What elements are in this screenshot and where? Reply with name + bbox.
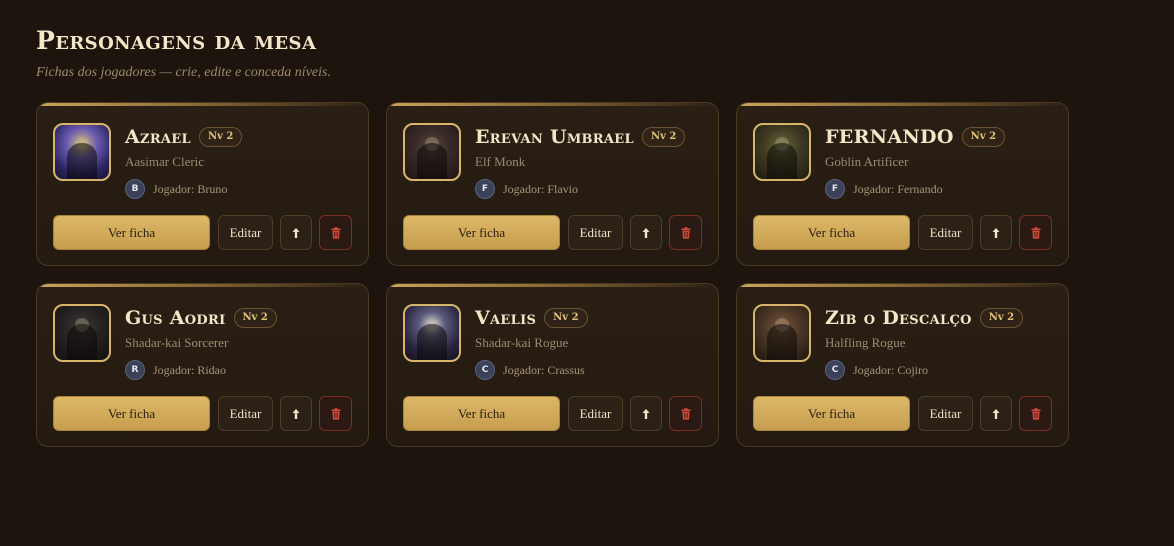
level-up-button[interactable] <box>630 396 662 431</box>
level-badge: Nv 2 <box>544 308 588 328</box>
player-label: Jogador: Ridao <box>153 362 226 377</box>
player-avatar: R <box>125 360 145 380</box>
player-avatar: B <box>125 179 145 199</box>
page-subtitle: Fichas dos jogadores — crie, edite e con… <box>36 65 331 80</box>
page-title: Personagens da mesa <box>36 26 317 55</box>
character-name: Zib o Descalço <box>825 307 972 329</box>
character-portrait[interactable] <box>53 123 111 181</box>
character-name: Azrael <box>125 126 191 148</box>
character-portrait[interactable] <box>53 304 111 362</box>
level-badge: Nv 2 <box>198 127 243 147</box>
view-sheet-button[interactable]: Ver ficha <box>403 396 560 431</box>
edit-button[interactable]: Editar <box>568 396 623 431</box>
level-badge: Nv 2 <box>233 308 277 328</box>
player-avatar: F <box>825 179 845 199</box>
view-sheet-button[interactable]: Ver ficha <box>53 215 210 250</box>
character-class: Shadar-kai Sorcerer <box>125 335 229 350</box>
player-avatar: F <box>475 179 495 199</box>
edit-button[interactable]: Editar <box>218 215 273 250</box>
player-label: Jogador: Fernando <box>853 181 943 196</box>
level-up-button[interactable] <box>280 396 312 431</box>
character-class: Halfling Rogue <box>825 335 906 350</box>
character-grid: Azrael Nv 2 Aasimar Cleric B Jogador: Br… <box>36 102 1138 447</box>
edit-button[interactable]: Editar <box>918 396 973 431</box>
character-class: Shadar-kai Rogue <box>475 335 569 350</box>
trash-icon <box>1031 226 1041 239</box>
character-class: Elf Monk <box>475 154 526 169</box>
view-sheet-button[interactable]: Ver ficha <box>403 215 560 250</box>
character-class: Aasimar Cleric <box>125 154 205 169</box>
arrow-up-icon <box>641 227 651 239</box>
character-card: Vaelis Nv 2 Shadar-kai Rogue C Jogador: … <box>386 283 719 447</box>
trash-icon <box>681 226 691 239</box>
trash-icon <box>331 226 341 239</box>
level-badge: Nv 2 <box>979 308 1024 328</box>
character-card: Zib o Descalço Nv 2 Halfling Rogue C Jog… <box>736 283 1069 447</box>
page-container: Personagens da mesa Fichas dos jogadores… <box>0 0 1174 447</box>
delete-button[interactable] <box>669 215 702 250</box>
view-sheet-button[interactable]: Ver ficha <box>53 396 210 431</box>
level-up-button[interactable] <box>630 215 662 250</box>
level-up-button[interactable] <box>280 215 312 250</box>
player-label: Jogador: Cojiro <box>853 362 928 377</box>
player-label: Jogador: Bruno <box>153 181 228 196</box>
edit-button[interactable]: Editar <box>918 215 973 250</box>
character-name: Vaelis <box>475 307 537 329</box>
arrow-up-icon <box>291 227 301 239</box>
character-class: Goblin Artificer <box>825 154 909 169</box>
level-up-button[interactable] <box>980 215 1012 250</box>
delete-button[interactable] <box>319 215 352 250</box>
trash-icon <box>681 407 691 420</box>
character-name: Erevan Umbrael <box>475 126 634 148</box>
arrow-up-icon <box>991 408 1001 420</box>
character-card: Gus Aodri Nv 2 Shadar-kai Sorcerer R Jog… <box>36 283 369 447</box>
arrow-up-icon <box>641 408 651 420</box>
delete-button[interactable] <box>669 396 702 431</box>
character-name: Gus Aodri <box>125 307 226 329</box>
delete-button[interactable] <box>1019 396 1052 431</box>
view-sheet-button[interactable]: Ver ficha <box>753 396 910 431</box>
view-sheet-button[interactable]: Ver ficha <box>753 215 910 250</box>
character-portrait[interactable] <box>753 123 811 181</box>
trash-icon <box>331 407 341 420</box>
character-card: FERNANDO Nv 2 Goblin Artificer F Jogador… <box>736 102 1069 266</box>
arrow-up-icon <box>291 408 301 420</box>
edit-button[interactable]: Editar <box>218 396 273 431</box>
edit-button[interactable]: Editar <box>568 215 623 250</box>
arrow-up-icon <box>991 227 1001 239</box>
level-up-button[interactable] <box>980 396 1012 431</box>
player-avatar: C <box>825 360 845 380</box>
delete-button[interactable] <box>1019 215 1052 250</box>
character-card: Azrael Nv 2 Aasimar Cleric B Jogador: Br… <box>36 102 369 266</box>
player-label: Jogador: Flavio <box>503 181 578 196</box>
player-avatar: C <box>475 360 495 380</box>
character-name: FERNANDO <box>825 126 954 148</box>
character-card: Erevan Umbrael Nv 2 Elf Monk F Jogador: … <box>386 102 719 266</box>
delete-button[interactable] <box>319 396 352 431</box>
level-badge: Nv 2 <box>961 127 1006 147</box>
character-portrait[interactable] <box>753 304 811 362</box>
trash-icon <box>1031 407 1041 420</box>
character-portrait[interactable] <box>403 123 461 181</box>
player-label: Jogador: Crassus <box>503 362 585 377</box>
character-portrait[interactable] <box>403 304 461 362</box>
level-badge: Nv 2 <box>641 127 686 147</box>
